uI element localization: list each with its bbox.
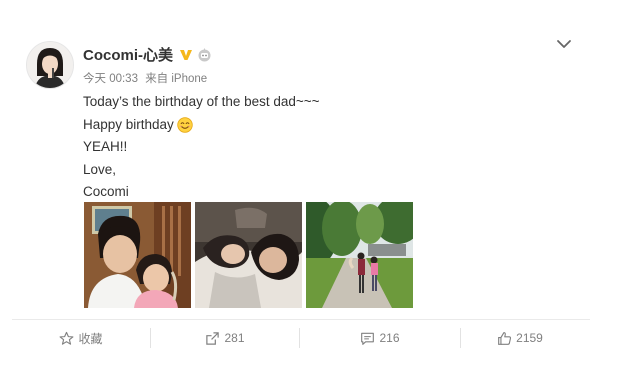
photo-walking-in-park[interactable] bbox=[306, 202, 413, 308]
post-line: Happy birthday bbox=[83, 114, 320, 137]
photo-sleeping-together[interactable] bbox=[195, 202, 302, 308]
chevron-down-icon[interactable] bbox=[556, 38, 572, 50]
repost-count: 281 bbox=[224, 331, 245, 345]
repost-icon bbox=[206, 331, 220, 345]
action-bar-divider bbox=[12, 319, 590, 320]
repost-button[interactable]: 281 bbox=[151, 322, 299, 354]
post-line: Love, bbox=[83, 161, 117, 177]
action-bar: 收藏 281 216 2159 bbox=[0, 322, 600, 354]
comment-button[interactable]: 216 bbox=[300, 322, 460, 354]
photo-father-daughter-indoor[interactable] bbox=[84, 202, 191, 308]
like-button[interactable]: 2159 bbox=[461, 322, 579, 354]
user-avatar[interactable] bbox=[26, 41, 74, 89]
like-count: 2159 bbox=[516, 331, 543, 345]
user-name-text[interactable]: Cocomi-心美 bbox=[83, 44, 173, 65]
post-line: YEAH!! bbox=[83, 139, 128, 154]
comment-icon bbox=[361, 332, 375, 345]
weibo-post-card: Cocomi-心美 今天 00:33 来自 iPhone Today’s the… bbox=[0, 0, 640, 367]
post-line: Cocomi bbox=[83, 184, 129, 199]
comment-count: 216 bbox=[379, 331, 400, 345]
thumbs-up-icon bbox=[498, 331, 512, 345]
robot-icon bbox=[198, 48, 211, 61]
post-meta: 今天 00:33 来自 iPhone bbox=[83, 70, 207, 86]
post-content: Today’s the birthday of the best dad~~~ … bbox=[83, 91, 320, 204]
post-time[interactable]: 今天 00:33 bbox=[83, 73, 138, 85]
smile-emoji-icon bbox=[177, 117, 193, 133]
verified-v-icon bbox=[180, 49, 193, 60]
favorite-label: 收藏 bbox=[78, 331, 103, 346]
post-line: Today’s the birthday of the best dad~~~ bbox=[83, 94, 320, 109]
favorite-button[interactable]: 收藏 bbox=[12, 322, 150, 354]
post-source: 来自 iPhone bbox=[145, 73, 208, 85]
star-icon bbox=[60, 331, 74, 345]
user-name[interactable]: Cocomi-心美 bbox=[83, 44, 212, 65]
